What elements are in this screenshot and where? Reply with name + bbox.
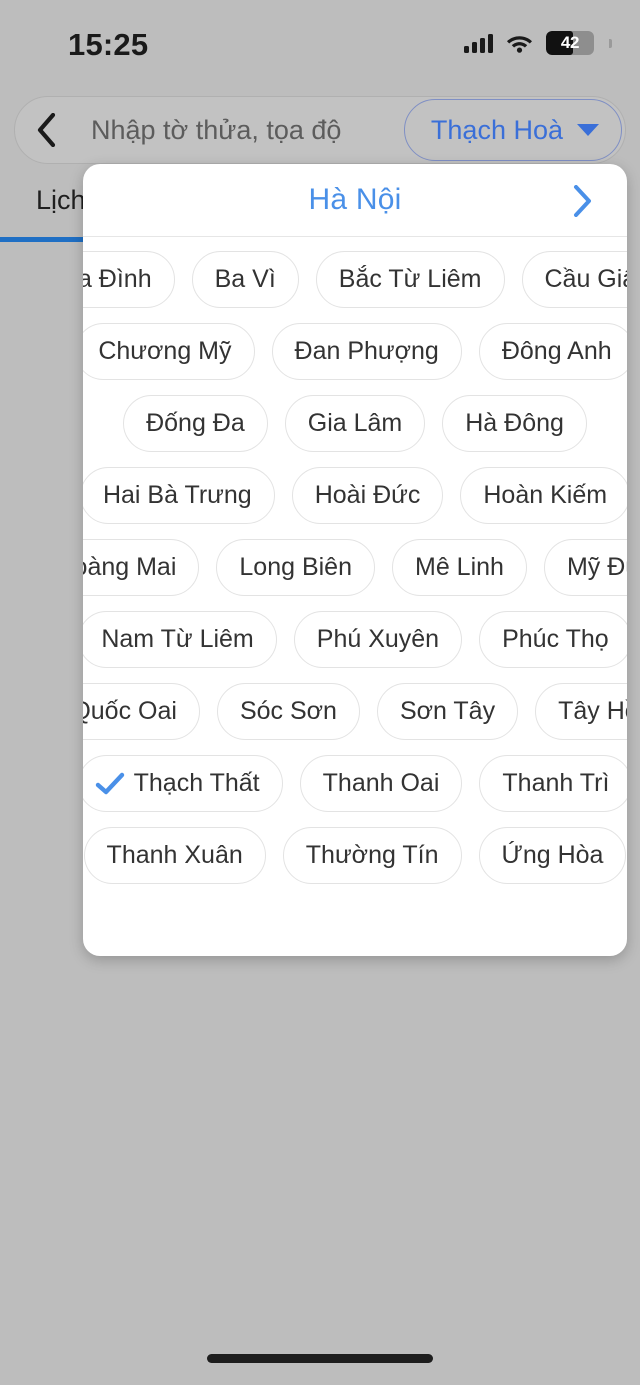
district-chip-label: Hai Bà Trưng xyxy=(102,481,252,509)
district-chip[interactable]: Mê Linh xyxy=(392,539,527,596)
district-chip-label: Hoài Đức xyxy=(314,481,421,509)
district-chip-label: Mê Linh xyxy=(415,553,504,581)
district-chip-row: Quốc Oai Sóc Sơn Sơn Tây Tây Hồ xyxy=(83,683,627,740)
district-chip-label: Ứng Hòa xyxy=(501,841,604,869)
wifi-icon xyxy=(506,33,533,53)
district-chip-label: Thanh Oai xyxy=(322,769,440,797)
district-chip[interactable]: Thanh Oai xyxy=(299,755,463,812)
back-button[interactable] xyxy=(15,96,77,164)
district-chip-label: Quốc Oai xyxy=(83,697,177,725)
panel-title: Hà Nội xyxy=(308,183,402,216)
battery-cap-icon xyxy=(609,38,612,48)
district-chip-label: Đông Anh xyxy=(501,337,612,365)
district-chip-row: Ba Đình Ba Vì Bắc Từ Liêm Cầu Giấy xyxy=(83,251,627,308)
district-chip-label: Thanh Xuân xyxy=(106,841,243,869)
district-chip[interactable]: Thanh Xuân xyxy=(83,827,266,884)
district-chip[interactable]: Hai Bà Trưng xyxy=(83,467,275,524)
district-chip[interactable]: Cầu Giấy xyxy=(521,251,628,308)
district-chip-label: Ba Vì xyxy=(214,265,276,293)
district-chip-label: Cầu Giấy xyxy=(544,265,628,293)
district-chip[interactable]: Sóc Sơn xyxy=(216,683,360,740)
district-chip-label: Hoàn Kiếm xyxy=(483,481,608,509)
status-bar-indicators: 42 xyxy=(464,28,612,58)
district-chip[interactable]: Đông Anh xyxy=(478,323,627,380)
district-chip[interactable]: Long Biên xyxy=(216,539,375,596)
check-icon xyxy=(95,772,124,794)
district-chip-row: Thạch Thất Thanh Oai Thanh Trì xyxy=(83,755,627,812)
district-chip-row: Hoàng Mai Long Biên Mê Linh Mỹ Đức xyxy=(83,539,627,596)
district-chip-label: Chương Mỹ xyxy=(98,337,232,365)
status-bar: 15:25 42 xyxy=(0,0,640,86)
district-chip-label: Thanh Trì xyxy=(502,769,610,797)
phone-screen: 15:25 42 Nhập tờ thửa, tọa độ Thạch Hoà … xyxy=(0,0,640,1385)
district-chip-label: Sóc Sơn xyxy=(239,697,337,725)
district-chip[interactable]: Thường Tín xyxy=(282,827,462,884)
district-chip[interactable]: Hà Đông xyxy=(442,395,587,452)
district-chip-label: Thạch Thất xyxy=(133,769,260,797)
back-chevron-icon xyxy=(37,113,56,147)
district-chip[interactable]: Ba Vì xyxy=(191,251,299,308)
province-district-dropdown-panel: Hà Nội Ba Đình Ba Vì Bắc Từ Liêm Cầu Giấy Ch… xyxy=(83,164,627,956)
district-chip[interactable]: Hoàng Mai xyxy=(83,539,200,596)
search-input[interactable]: Nhập tờ thửa, tọa độ xyxy=(77,115,404,146)
district-chip-label: Gia Lâm xyxy=(307,409,403,437)
district-chip-row: Hai Bà Trưng Hoài Đức Hoàn Kiếm xyxy=(83,467,627,524)
battery-icon: 42 xyxy=(546,31,594,55)
district-chip[interactable]: Bắc Từ Liêm xyxy=(315,251,505,308)
district-selector-button[interactable]: Thạch Hoà xyxy=(403,99,622,161)
next-province-button[interactable] xyxy=(557,164,609,237)
district-chip-label: Bắc Từ Liêm xyxy=(338,265,482,293)
district-chip[interactable]: Tây Hồ xyxy=(535,683,627,740)
district-chip[interactable]: Phúc Thọ xyxy=(479,611,627,668)
district-chip-list: Ba Đình Ba Vì Bắc Từ Liêm Cầu Giấy Chương Mỹ… xyxy=(83,237,627,906)
district-chip-label: Đống Đa xyxy=(146,409,245,437)
district-chip-label: Ba Đình xyxy=(83,265,152,293)
panel-header: Hà Nội xyxy=(83,164,627,237)
district-chip[interactable]: Hoàn Kiếm xyxy=(460,467,627,524)
district-chip-label: Tây Hồ xyxy=(558,697,627,725)
district-chip-label: Hoàng Mai xyxy=(83,553,177,581)
search-bar[interactable]: Nhập tờ thửa, tọa độ Thạch Hoà xyxy=(14,96,626,164)
district-chip-selected[interactable]: Thạch Thất xyxy=(83,755,283,812)
home-indicator xyxy=(207,1354,433,1363)
district-chip[interactable]: Đan Phượng xyxy=(271,323,462,380)
district-chip-label: Mỹ Đức xyxy=(566,553,627,581)
district-chip[interactable]: Chương Mỹ xyxy=(83,323,255,380)
status-bar-time: 15:25 xyxy=(68,27,149,62)
chevron-down-icon xyxy=(577,124,599,136)
district-chip-row: Nam Từ Liêm Phú Xuyên Phúc Thọ xyxy=(83,611,627,668)
district-chip[interactable]: Phú Xuyên xyxy=(293,611,463,668)
chevron-right-icon xyxy=(574,184,591,217)
district-chip-label: Nam Từ Liêm xyxy=(101,625,254,653)
district-chip-label: Long Biên xyxy=(239,553,352,581)
cellular-signal-icon xyxy=(464,33,493,53)
district-chip-label: Đan Phượng xyxy=(294,337,439,365)
district-chip[interactable]: Hoài Đức xyxy=(291,467,444,524)
district-chip-row: Chương Mỹ Đan Phượng Đông Anh xyxy=(83,323,627,380)
district-chip-label: Phú Xuyên xyxy=(316,625,440,653)
district-chip[interactable]: Ba Đình xyxy=(83,251,175,308)
tab-history[interactable]: Lịch xyxy=(36,185,86,216)
district-chip[interactable]: Đống Đa xyxy=(123,395,268,452)
district-chip[interactable]: Sơn Tây xyxy=(376,683,519,740)
district-chip[interactable]: Nam Từ Liêm xyxy=(83,611,277,668)
district-chip[interactable]: Ứng Hòa xyxy=(478,827,627,884)
district-chip[interactable]: Gia Lâm xyxy=(284,395,426,452)
district-selector-label: Thạch Hoà xyxy=(430,114,563,145)
district-chip-row: Đống Đa Gia Lâm Hà Đông xyxy=(95,395,615,452)
district-chip-label: Phúc Thọ xyxy=(502,625,609,653)
district-chip-label: Hà Đông xyxy=(465,409,564,437)
battery-level-label: 42 xyxy=(560,33,580,52)
district-chip-label: Sơn Tây xyxy=(399,697,496,725)
district-chip[interactable]: Thanh Trì xyxy=(479,755,627,812)
district-chip[interactable]: Quốc Oai xyxy=(83,683,200,740)
district-chip-label: Thường Tín xyxy=(305,841,439,869)
district-chip[interactable]: Mỹ Đức xyxy=(543,539,627,596)
district-chip-row: Thanh Xuân Thường Tín Ứng Hòa xyxy=(83,827,627,884)
